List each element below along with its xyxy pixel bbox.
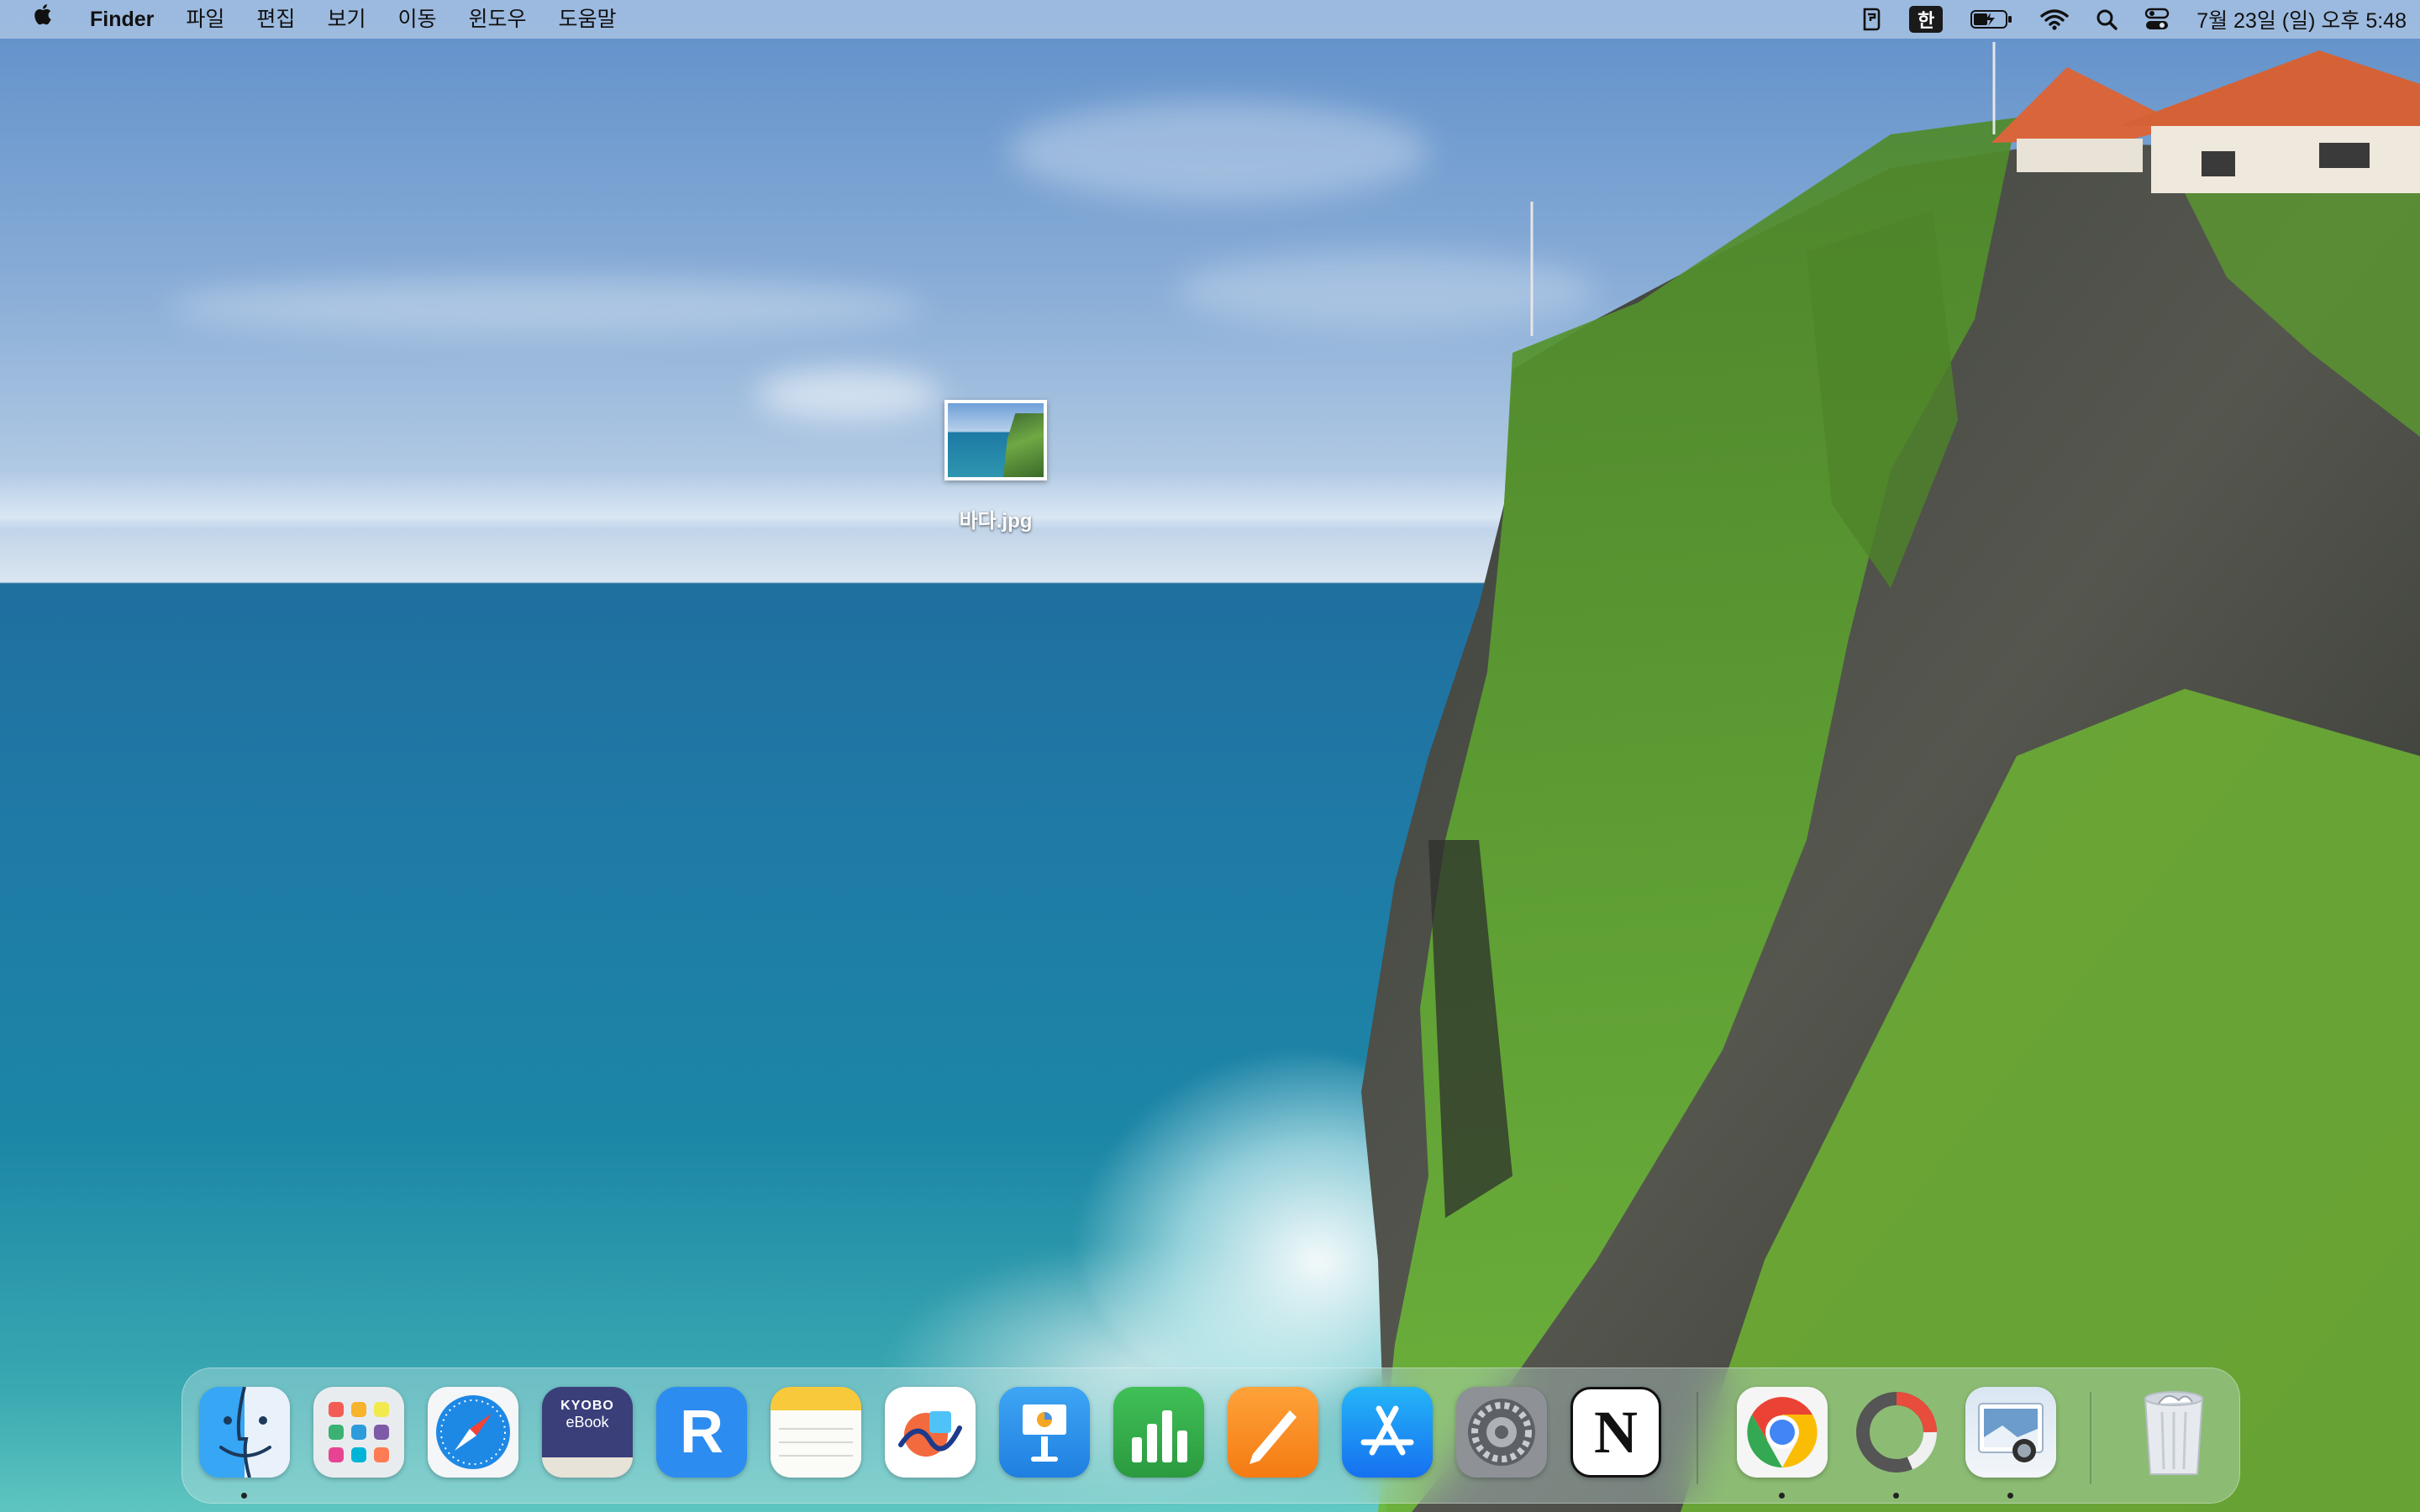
menu-help[interactable]: 도움말: [542, 0, 632, 39]
trash-icon[interactable]: [2128, 1387, 2219, 1478]
running-indicator: [2007, 1493, 2013, 1499]
pages-icon[interactable]: [1228, 1387, 1318, 1478]
menu-window[interactable]: 윈도우: [452, 0, 542, 39]
kyobo-ebook-icon[interactable]: KYOBO eBook: [542, 1387, 633, 1478]
desktop-wallpaper: [0, 0, 2420, 1512]
notion-icon[interactable]: N: [1570, 1387, 1661, 1478]
running-indicator: [1893, 1493, 1899, 1499]
launchpad-icon[interactable]: [313, 1387, 404, 1478]
r-app-letter: R: [680, 1399, 723, 1466]
app-store-icon[interactable]: [1342, 1387, 1433, 1478]
battery-icon[interactable]: [1956, 0, 2027, 39]
notes-icon[interactable]: [771, 1387, 861, 1478]
wifi-icon[interactable]: [2027, 0, 2082, 39]
running-indicator: [241, 1493, 247, 1499]
finder-icon[interactable]: [199, 1387, 290, 1478]
keynote-icon[interactable]: [999, 1387, 1090, 1478]
input-source-label: 한: [1909, 6, 1944, 33]
spotlight-search-icon[interactable]: [2082, 0, 2131, 39]
menu-view[interactable]: 보기: [311, 0, 381, 39]
dock-separator: [2090, 1392, 2091, 1484]
menu-bar: Finder 파일 편집 보기 이동 윈도우 도움말 한 7월 23일 (일) …: [0, 0, 2420, 39]
r-app-icon[interactable]: R: [656, 1387, 747, 1478]
numbers-icon[interactable]: [1113, 1387, 1204, 1478]
dock-separator: [1697, 1392, 1698, 1484]
shortcut-icon[interactable]: [1847, 0, 1896, 39]
kyobo-label-line2: eBook: [566, 1414, 609, 1431]
input-source-icon[interactable]: 한: [1896, 0, 1956, 39]
safari-icon[interactable]: [428, 1387, 518, 1478]
ring-app-icon[interactable]: [1851, 1387, 1942, 1478]
desktop-file-icon[interactable]: 바다.jpg: [924, 395, 1067, 533]
app-menu-finder[interactable]: Finder: [74, 0, 170, 39]
notion-letter: N: [1594, 1398, 1638, 1466]
desktop-file-name: 바다.jpg: [959, 510, 1033, 533]
control-center-icon[interactable]: [2131, 0, 2183, 39]
image-thumbnail-icon: [944, 400, 1047, 480]
apple-menu-icon[interactable]: [0, 0, 74, 39]
freeform-icon[interactable]: [885, 1387, 976, 1478]
cliff-scenery: [1361, 42, 2420, 1512]
running-indicator: [1779, 1493, 1785, 1499]
menu-clock[interactable]: 7월 23일 (일) 오후 5:48: [2183, 0, 2420, 39]
kyobo-label-line1: KYOBO: [560, 1399, 614, 1413]
system-settings-icon[interactable]: [1456, 1387, 1547, 1478]
menu-go[interactable]: 이동: [381, 0, 452, 39]
chrome-icon[interactable]: [1737, 1387, 1828, 1478]
menu-edit[interactable]: 편집: [240, 0, 311, 39]
dock: KYOBO eBook R N: [182, 1368, 2240, 1504]
preview-icon[interactable]: [1965, 1387, 2056, 1478]
menu-file[interactable]: 파일: [170, 0, 240, 39]
